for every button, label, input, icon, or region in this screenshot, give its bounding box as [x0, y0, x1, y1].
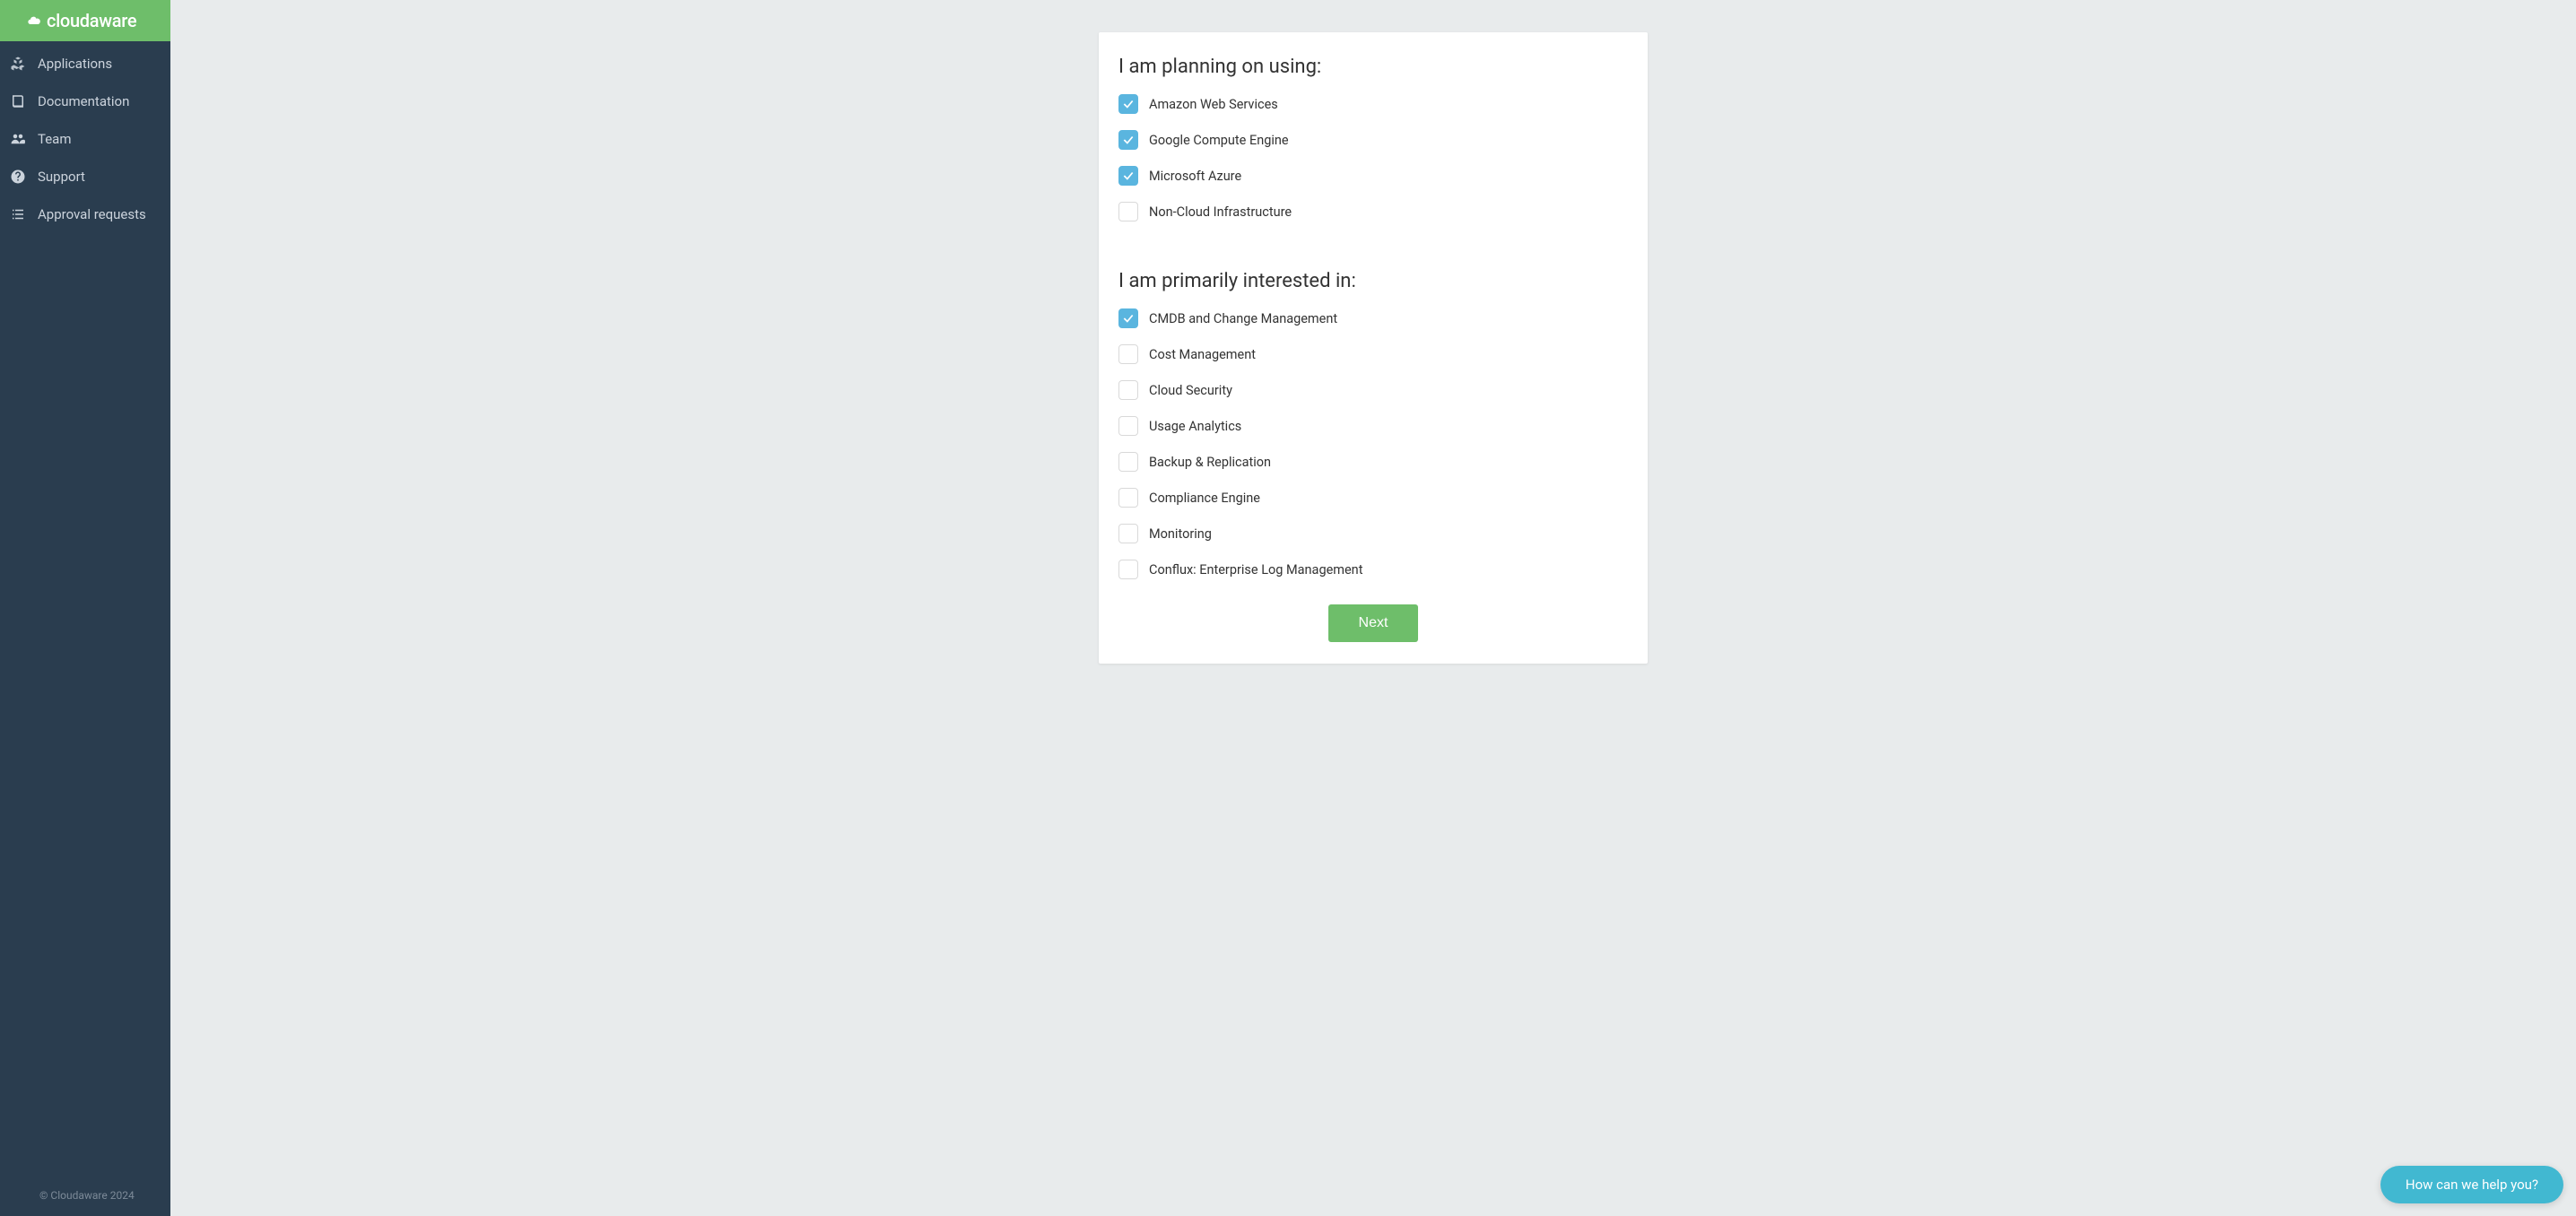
option-cost[interactable]: Cost Management [1118, 344, 1628, 364]
footer-copyright: © Cloudaware 2024 [0, 1178, 170, 1216]
onboarding-card: I am planning on using: Amazon Web Servi… [1099, 32, 1648, 664]
book-icon [9, 92, 27, 110]
checkbox[interactable] [1118, 94, 1138, 114]
sidebar: cloudaware Applications Documentation Te… [0, 0, 170, 1216]
nav: Applications Documentation Team Support [0, 41, 170, 1178]
sidebar-item-label: Support [38, 169, 85, 185]
option-monitoring[interactable]: Monitoring [1118, 524, 1628, 543]
option-label: Monitoring [1149, 526, 1212, 542]
option-usage[interactable]: Usage Analytics [1118, 416, 1628, 436]
sidebar-item-documentation[interactable]: Documentation [0, 83, 170, 120]
checkbox[interactable] [1118, 166, 1138, 186]
checkbox[interactable] [1118, 344, 1138, 364]
sidebar-item-label: Documentation [38, 93, 129, 109]
brand-name: cloudaware [47, 10, 136, 31]
option-aws[interactable]: Amazon Web Services [1118, 94, 1628, 114]
checkbox[interactable] [1118, 416, 1138, 436]
option-label: CMDB and Change Management [1149, 311, 1337, 326]
sidebar-item-label: Applications [38, 56, 112, 72]
option-compliance[interactable]: Compliance Engine [1118, 488, 1628, 508]
option-label: Amazon Web Services [1149, 97, 1278, 112]
checkbox[interactable] [1118, 560, 1138, 579]
chat-help-bubble[interactable]: How can we help you? [2380, 1166, 2563, 1203]
option-conflux[interactable]: Conflux: Enterprise Log Management [1118, 560, 1628, 579]
list-icon [9, 205, 27, 223]
checkbox[interactable] [1118, 308, 1138, 328]
option-label: Conflux: Enterprise Log Management [1149, 562, 1362, 578]
main-content: I am planning on using: Amazon Web Servi… [170, 0, 2576, 1216]
option-security[interactable]: Cloud Security [1118, 380, 1628, 400]
option-backup[interactable]: Backup & Replication [1118, 452, 1628, 472]
option-gce[interactable]: Google Compute Engine [1118, 130, 1628, 150]
option-label: Non-Cloud Infrastructure [1149, 204, 1292, 220]
option-label: Cloud Security [1149, 383, 1232, 398]
question-circle-icon [9, 168, 27, 186]
sidebar-item-support[interactable]: Support [0, 158, 170, 195]
checkbox[interactable] [1118, 202, 1138, 221]
sidebar-item-applications[interactable]: Applications [0, 45, 170, 83]
option-non-cloud[interactable]: Non-Cloud Infrastructure [1118, 202, 1628, 221]
brand-header[interactable]: cloudaware [0, 0, 170, 41]
checkbox[interactable] [1118, 524, 1138, 543]
option-label: Compliance Engine [1149, 491, 1260, 506]
cubes-icon [9, 55, 27, 73]
option-azure[interactable]: Microsoft Azure [1118, 166, 1628, 186]
section-title-interested: I am primarily interested in: [1118, 270, 1628, 292]
option-label: Google Compute Engine [1149, 133, 1289, 148]
sidebar-item-team[interactable]: Team [0, 120, 170, 158]
section-title-planning: I am planning on using: [1118, 56, 1628, 78]
sidebar-item-label: Team [38, 131, 72, 147]
sidebar-item-label: Approval requests [38, 206, 146, 222]
checkbox[interactable] [1118, 380, 1138, 400]
sidebar-item-approval-requests[interactable]: Approval requests [0, 195, 170, 233]
option-label: Backup & Replication [1149, 455, 1271, 470]
checkbox[interactable] [1118, 488, 1138, 508]
next-button[interactable]: Next [1328, 604, 1419, 642]
option-cmdb[interactable]: CMDB and Change Management [1118, 308, 1628, 328]
option-label: Microsoft Azure [1149, 169, 1241, 184]
option-label: Usage Analytics [1149, 419, 1241, 434]
option-label: Cost Management [1149, 347, 1256, 362]
checkbox[interactable] [1118, 452, 1138, 472]
cloud-logo-icon [27, 13, 41, 28]
checkbox[interactable] [1118, 130, 1138, 150]
users-icon [9, 130, 27, 148]
